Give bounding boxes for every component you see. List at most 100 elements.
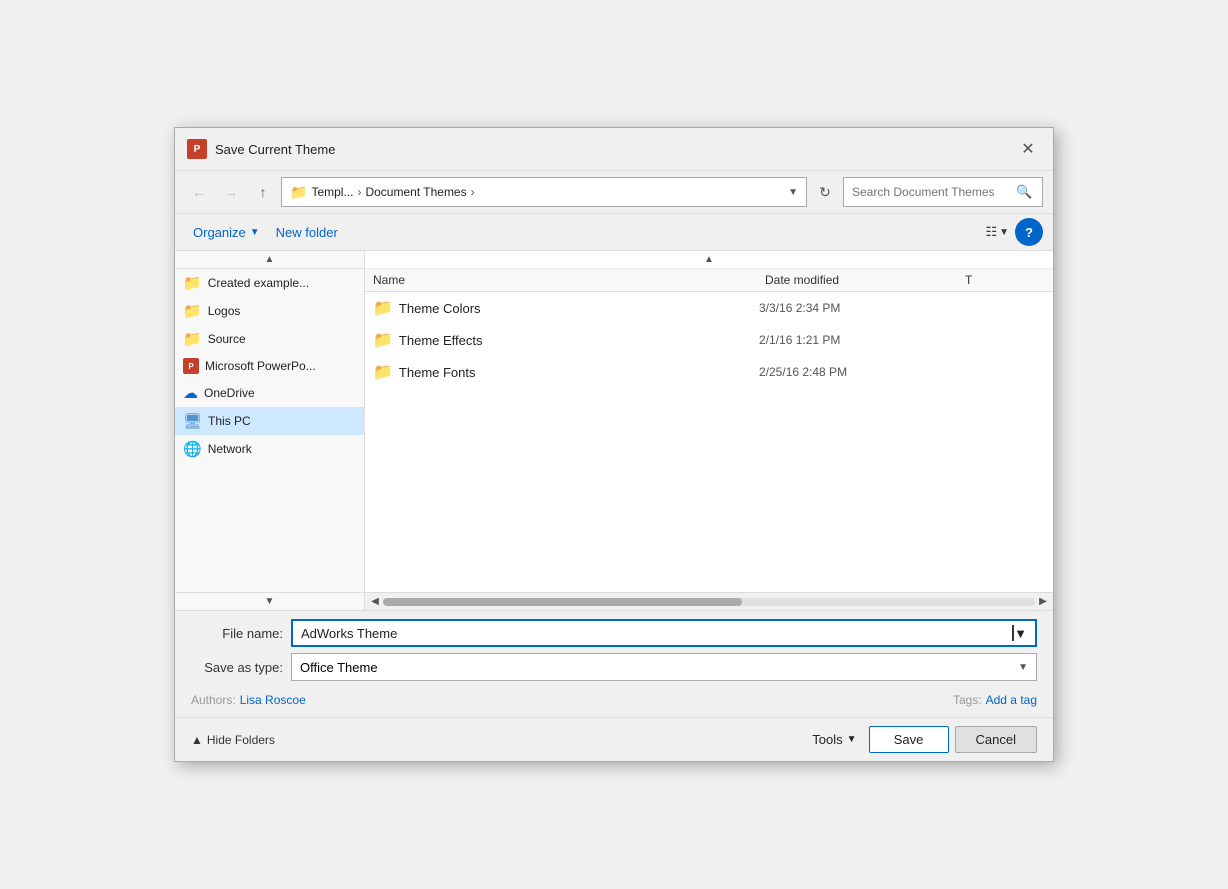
help-label: ?	[1025, 225, 1033, 240]
bottom-form-area: File name: AdWorks Theme ▼ Save as type:…	[175, 611, 1053, 717]
file-name-1: Theme Effects	[399, 333, 753, 348]
sidebar-folder-icon-logos: 📁	[183, 302, 202, 320]
file-icon-0: 📁	[373, 298, 393, 318]
view-dropdown-icon: ▼	[999, 227, 1009, 238]
file-name-input[interactable]: AdWorks Theme ▼	[291, 619, 1037, 647]
scrollbar-track[interactable]	[383, 598, 1035, 606]
sidebar-ppt-icon: P	[183, 358, 199, 374]
back-button[interactable]: ←	[185, 178, 213, 206]
sidebar-folder-icon-created: 📁	[183, 274, 202, 292]
sidebar-network-icon: 🌐	[183, 440, 202, 458]
sidebar-label-onedrive: OneDrive	[204, 386, 255, 400]
file-date-0: 3/3/16 2:34 PM	[759, 301, 959, 315]
view-icon: ☷	[985, 224, 997, 240]
sidebar-pc-icon: 🖥	[183, 412, 202, 430]
refresh-button[interactable]: ↻	[811, 178, 839, 206]
title-bar-left: P Save Current Theme	[187, 139, 335, 159]
path-dropdown-arrow[interactable]: ▼	[788, 187, 798, 198]
organize-dropdown-icon: ▼	[250, 227, 260, 238]
sidebar-onedrive-icon: ☁	[183, 384, 198, 402]
sidebar-folder-icon-source: 📁	[183, 330, 202, 348]
hide-folders-chevron-icon: ▲	[191, 733, 203, 747]
save-button[interactable]: Save	[869, 726, 949, 753]
sidebar-item-thispc[interactable]: 🖥 This PC	[175, 407, 364, 435]
new-folder-label: New folder	[276, 225, 338, 240]
organize-label: Organize	[193, 225, 246, 240]
file-name-label: File name:	[191, 626, 291, 641]
sidebar-item-created[interactable]: 📁 Created example...	[175, 269, 364, 297]
file-row-1[interactable]: 📁 Theme Effects 2/1/16 1:21 PM	[365, 324, 1053, 356]
tools-button[interactable]: Tools ▼	[800, 728, 868, 751]
close-button[interactable]: ✕	[1015, 136, 1041, 162]
sidebar-scroll-up[interactable]: ▲	[175, 251, 364, 269]
save-as-type-row: Save as type: Office Theme ▼	[191, 653, 1037, 681]
authors-label: Authors:	[191, 693, 236, 707]
sidebar-label-network: Network	[208, 442, 252, 456]
cancel-button[interactable]: Cancel	[955, 726, 1037, 753]
scrollbar-thumb[interactable]	[383, 598, 742, 606]
organize-button[interactable]: Organize ▼	[185, 221, 268, 244]
path-box[interactable]: 📁 Templ... › Document Themes › ▼	[281, 177, 807, 207]
save-as-type-value: Office Theme	[300, 660, 378, 675]
scrollbar-left-button[interactable]: ◀	[367, 594, 383, 610]
new-folder-button[interactable]: New folder	[268, 221, 346, 244]
save-as-type-dropdown[interactable]: Office Theme ▼	[291, 653, 1037, 681]
up-button[interactable]: ↑	[249, 178, 277, 206]
sidebar-item-network[interactable]: 🌐 Network	[175, 435, 364, 463]
sidebar-scroll: 📁 Created example... 📁 Logos 📁 Source P …	[175, 269, 364, 592]
search-box[interactable]: 🔍	[843, 177, 1043, 207]
path-separator-2: ›	[471, 185, 475, 199]
search-icon[interactable]: 🔍	[1016, 184, 1032, 200]
file-area: ▲ Name Date modified T 📁 Theme Colors 3/…	[365, 251, 1053, 610]
address-bar: ← → ↑ 📁 Templ... › Document Themes › ▼ ↻…	[175, 171, 1053, 214]
main-area: ▲ 📁 Created example... 📁 Logos 📁 Source …	[175, 251, 1053, 611]
toolbar: Organize ▼ New folder ☷ ▼ ?	[175, 214, 1053, 251]
authors-value[interactable]: Lisa Roscoe	[240, 693, 306, 707]
search-input[interactable]	[852, 185, 1012, 199]
meta-row: Authors: Lisa Roscoe Tags: Add a tag	[191, 687, 1037, 709]
forward-button[interactable]: →	[217, 178, 245, 206]
sidebar-item-onedrive[interactable]: ☁ OneDrive	[175, 379, 364, 407]
sidebar: ▲ 📁 Created example... 📁 Logos 📁 Source …	[175, 251, 365, 610]
file-icon-2: 📁	[373, 362, 393, 382]
scrollbar-right-button[interactable]: ▶	[1035, 594, 1051, 610]
horizontal-scrollbar: ◀ ▶	[365, 592, 1053, 610]
meta-right: Tags: Add a tag	[953, 693, 1037, 707]
save-as-type-label: Save as type:	[191, 660, 291, 675]
help-button[interactable]: ?	[1015, 218, 1043, 246]
sidebar-item-source[interactable]: 📁 Source	[175, 325, 364, 353]
hide-folders-label: Hide Folders	[207, 733, 275, 747]
col-header-date[interactable]: Date modified	[765, 273, 965, 287]
save-as-type-dropdown-arrow: ▼	[1018, 662, 1028, 673]
ppt-app-icon: P	[187, 139, 207, 159]
file-row-2[interactable]: 📁 Theme Fonts 2/25/16 2:48 PM	[365, 356, 1053, 388]
col-header-name[interactable]: Name	[373, 273, 765, 287]
sidebar-label-created: Created example...	[208, 276, 309, 290]
file-area-scroll-up[interactable]: ▲	[365, 251, 1053, 269]
tags-value[interactable]: Add a tag	[986, 693, 1037, 707]
file-icon-1: 📁	[373, 330, 393, 350]
file-name-dropdown-arrow[interactable]: ▼	[1014, 626, 1027, 641]
sidebar-scroll-down[interactable]: ▼	[175, 592, 364, 610]
title-bar: P Save Current Theme ✕	[175, 128, 1053, 171]
col-header-type[interactable]: T	[965, 273, 1045, 287]
meta-left: Authors: Lisa Roscoe	[191, 693, 953, 707]
path-part-2: Document Themes	[365, 185, 466, 199]
path-part-1: Templ...	[311, 185, 353, 199]
save-dialog: P Save Current Theme ✕ ← → ↑ 📁 Templ... …	[174, 127, 1054, 762]
tags-label: Tags:	[953, 693, 982, 707]
file-list: 📁 Theme Colors 3/3/16 2:34 PM 📁 Theme Ef…	[365, 292, 1053, 592]
file-row-0[interactable]: 📁 Theme Colors 3/3/16 2:34 PM	[365, 292, 1053, 324]
path-separator-1: ›	[357, 185, 361, 199]
tools-label: Tools	[812, 732, 842, 747]
file-name-value: AdWorks Theme	[301, 626, 1011, 641]
footer: ▲ Hide Folders Tools ▼ Save Cancel	[175, 717, 1053, 761]
sidebar-item-logos[interactable]: 📁 Logos	[175, 297, 364, 325]
view-button[interactable]: ☷ ▼	[979, 220, 1015, 244]
file-date-1: 2/1/16 1:21 PM	[759, 333, 959, 347]
file-name-row: File name: AdWorks Theme ▼	[191, 619, 1037, 647]
sidebar-item-ppt[interactable]: P Microsoft PowerPo...	[175, 353, 364, 379]
sidebar-label-ppt: Microsoft PowerPo...	[205, 359, 316, 373]
sidebar-label-thispc: This PC	[208, 414, 251, 428]
hide-folders-button[interactable]: ▲ Hide Folders	[191, 733, 275, 747]
